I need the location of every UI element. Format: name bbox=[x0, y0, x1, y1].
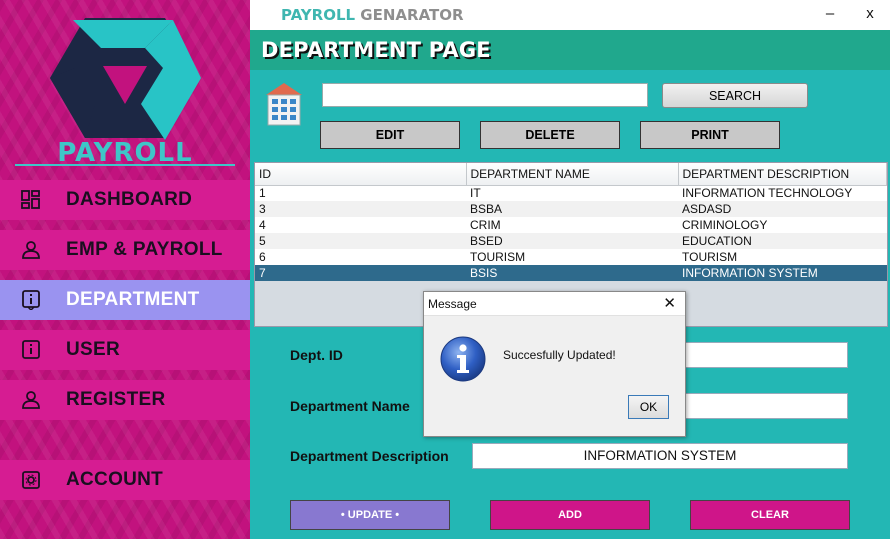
column-header-id[interactable]: ID bbox=[255, 163, 467, 186]
info-icon bbox=[20, 289, 42, 311]
sidebar: PAYROLL DASHBOARD EMP & PAYROLL DEPARTME… bbox=[0, 0, 250, 539]
nav-label: ACCOUNT bbox=[66, 469, 164, 490]
nav-label: DEPARTMENT bbox=[66, 289, 200, 310]
cell-name: IT bbox=[466, 185, 678, 201]
cell-id: 6 bbox=[255, 249, 466, 265]
cell-description: EDUCATION bbox=[678, 233, 887, 249]
cell-id: 5 bbox=[255, 233, 466, 249]
cell-description: INFORMATION SYSTEM bbox=[678, 265, 887, 281]
dept-description-label: Department Description bbox=[290, 448, 449, 464]
settings-icon bbox=[20, 469, 42, 491]
table-row[interactable]: 5 BSED EDUCATION bbox=[255, 233, 887, 249]
nav-item-user[interactable]: USER bbox=[0, 330, 250, 370]
nav-label: DASHBOARD bbox=[66, 189, 193, 210]
print-button[interactable]: PRINT bbox=[640, 121, 780, 149]
cell-name: TOURISM bbox=[466, 249, 678, 265]
column-header-department-description[interactable]: DEPARTMENT DESCRIPTION bbox=[678, 163, 887, 186]
table-row[interactable]: 1 IT INFORMATION TECHNOLOGY bbox=[255, 185, 887, 201]
cell-description: TOURISM bbox=[678, 249, 887, 265]
building-icon bbox=[266, 83, 302, 126]
nav-label: EMP & PAYROLL bbox=[66, 239, 223, 260]
search-input[interactable] bbox=[322, 83, 648, 107]
cell-id: 3 bbox=[255, 201, 466, 217]
cell-description: ASDASD bbox=[678, 201, 887, 217]
table-header-row: ID DEPARTMENT NAME DEPARTMENT DESCRIPTIO… bbox=[255, 163, 887, 186]
dept-name-label: Department Name bbox=[290, 398, 410, 414]
nav-item-emp-payroll[interactable]: EMP & PAYROLL bbox=[0, 230, 250, 270]
table-row[interactable]: 4 CRIM CRIMINOLOGY bbox=[255, 217, 887, 233]
page-header: DEPARTMENT PAGE bbox=[250, 30, 890, 70]
cell-name: BSBA bbox=[466, 201, 678, 217]
update-button[interactable]: • UPDATE • bbox=[290, 500, 450, 530]
message-dialog: Message ✕ Succesfully Updated! OK bbox=[423, 291, 686, 437]
app-title-part1: PAYROLL bbox=[281, 6, 356, 24]
dialog-message: Succesfully Updated! bbox=[503, 348, 616, 362]
clear-button[interactable]: CLEAR bbox=[690, 500, 850, 530]
minimize-button[interactable]: – bbox=[820, 4, 840, 24]
cell-name: BSED bbox=[466, 233, 678, 249]
nav-item-register[interactable]: REGISTER bbox=[0, 380, 250, 420]
dialog-titlebar[interactable]: Message ✕ bbox=[424, 292, 685, 316]
add-button[interactable]: ADD bbox=[490, 500, 650, 530]
info-icon bbox=[20, 339, 42, 361]
dialog-body: Succesfully Updated! OK bbox=[424, 316, 685, 436]
dashboard-icon bbox=[20, 189, 42, 211]
nav-item-dashboard[interactable]: DASHBOARD bbox=[0, 180, 250, 220]
table-row[interactable]: 3 BSBA ASDASD bbox=[255, 201, 887, 217]
nav-label: USER bbox=[66, 339, 120, 360]
nav-item-department[interactable]: DEPARTMENT bbox=[0, 280, 250, 320]
dept-description-field[interactable]: INFORMATION SYSTEM bbox=[472, 443, 848, 469]
search-button[interactable]: SEARCH bbox=[662, 83, 808, 108]
page-title: DEPARTMENT PAGE bbox=[261, 38, 491, 62]
cell-description: CRIMINOLOGY bbox=[678, 217, 887, 233]
cell-name: BSIS bbox=[466, 265, 678, 281]
app-title-part2: GENARATOR bbox=[355, 6, 464, 24]
user-icon bbox=[20, 389, 42, 411]
cell-id: 4 bbox=[255, 217, 466, 233]
edit-button[interactable]: EDIT bbox=[320, 121, 460, 149]
dialog-close-button[interactable]: ✕ bbox=[663, 294, 676, 312]
ok-button[interactable]: OK bbox=[628, 395, 669, 419]
close-button[interactable]: x bbox=[860, 4, 880, 24]
title-bar: PAYROLL GENARATOR – x bbox=[250, 0, 890, 30]
table-row-selected[interactable]: 7 BSIS INFORMATION SYSTEM bbox=[255, 265, 887, 281]
column-header-department-name[interactable]: DEPARTMENT NAME bbox=[466, 163, 679, 186]
cell-id: 1 bbox=[255, 185, 466, 201]
nav-label: REGISTER bbox=[66, 389, 166, 410]
nav-item-account[interactable]: ACCOUNT bbox=[0, 460, 250, 500]
cell-id: 7 bbox=[255, 265, 466, 281]
logo-underline bbox=[15, 164, 235, 166]
payroll-logo-icon bbox=[50, 18, 201, 140]
cell-description: INFORMATION TECHNOLOGY bbox=[678, 185, 887, 201]
info-icon bbox=[440, 336, 486, 382]
table-row[interactable]: 6 TOURISM TOURISM bbox=[255, 249, 887, 265]
user-icon bbox=[20, 239, 42, 261]
delete-button[interactable]: DELETE bbox=[480, 121, 620, 149]
dept-id-label: Dept. ID bbox=[290, 347, 343, 363]
dialog-title: Message bbox=[428, 297, 477, 311]
app-title: PAYROLL GENARATOR bbox=[281, 6, 464, 24]
cell-name: CRIM bbox=[466, 217, 678, 233]
